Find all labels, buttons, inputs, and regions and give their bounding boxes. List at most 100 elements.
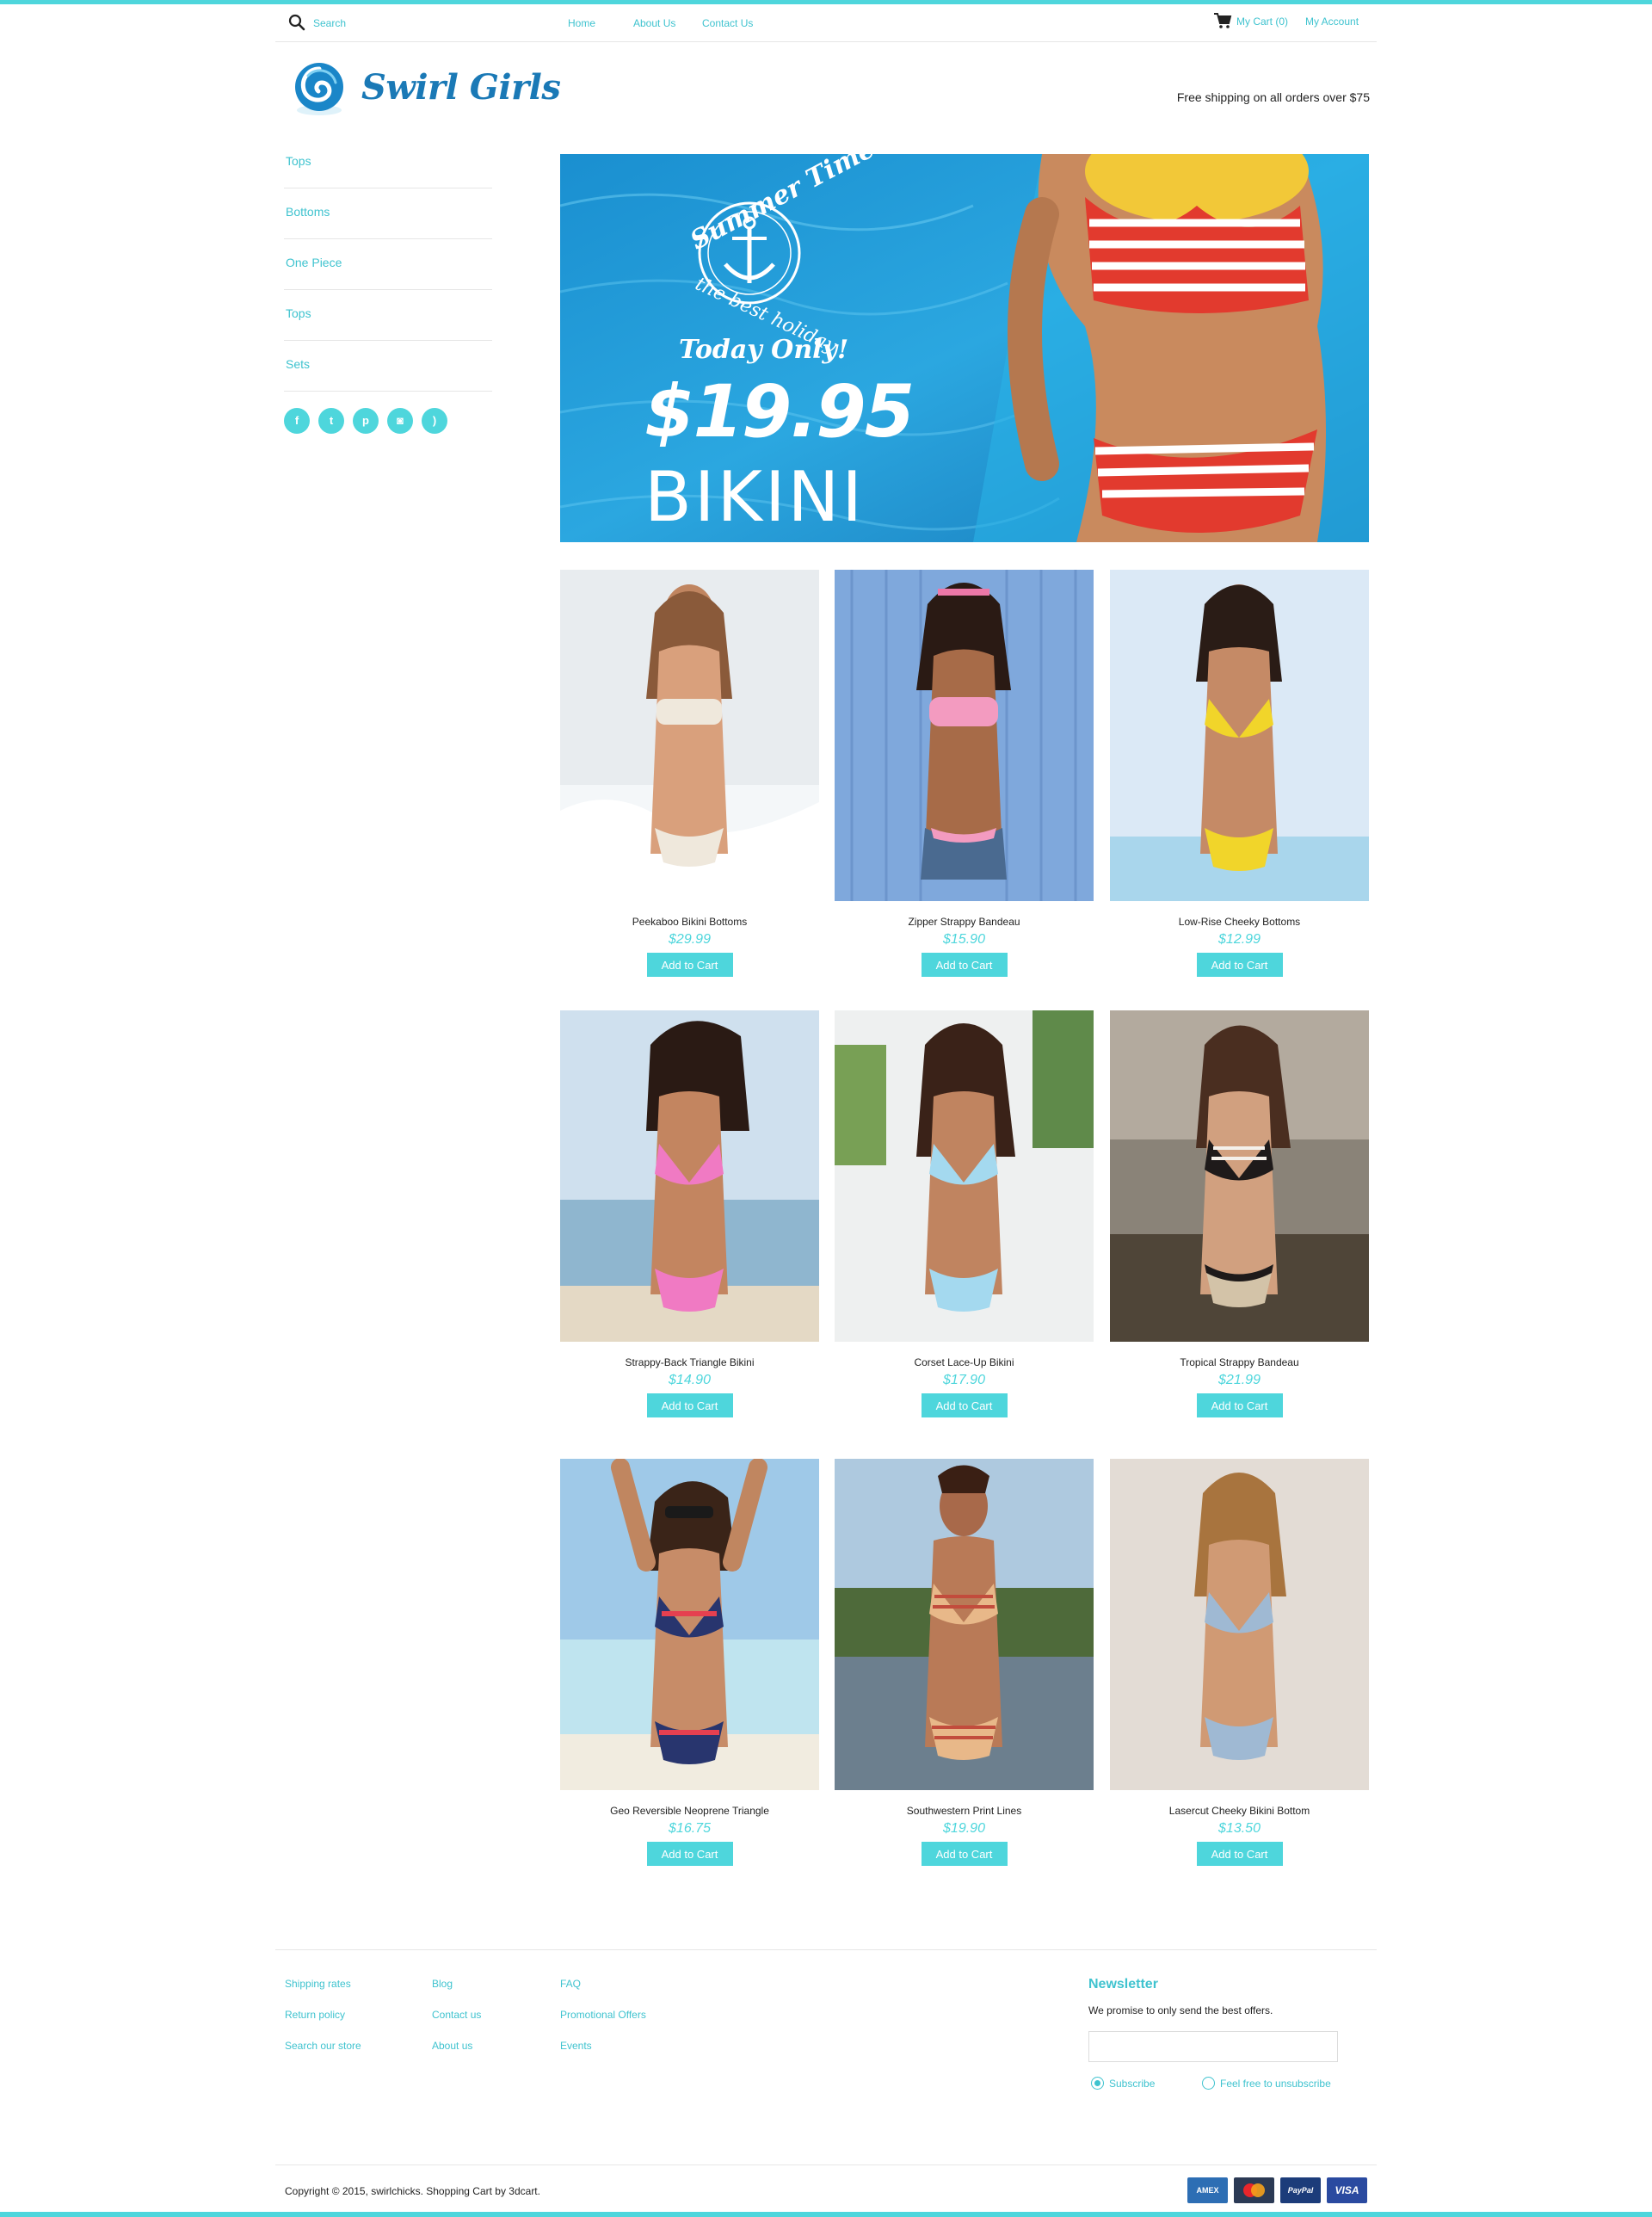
banner-promo: Today Only! [679,335,849,365]
product-price: $12.99 [1218,932,1261,947]
radio-selected-icon [1091,2077,1104,2090]
footer-link-search-store[interactable]: Search our store [285,2040,361,2071]
rss-icon[interactable]: ) [422,408,447,434]
twitter-icon[interactable]: t [318,408,344,434]
search-input[interactable] [313,15,485,32]
product-image[interactable] [560,1010,819,1342]
nav-about-link[interactable]: About Us [633,17,675,29]
add-to-cart-button[interactable]: Add to Cart [921,953,1008,977]
product-card: Zipper Strappy Bandeau $15.90 Add to Car… [835,570,1094,977]
subscribe-label: Subscribe [1109,2078,1156,2090]
nav-contact-link[interactable]: Contact Us [702,17,753,29]
footer-links-col-1: Shipping rates Return policy Search our … [285,1978,361,2071]
copyright-text: Copyright © 2015, swirlchicks. Shopping … [285,2185,540,2197]
add-to-cart-button[interactable]: Add to Cart [646,1393,733,1417]
facebook-icon[interactable]: f [284,408,310,434]
product-image[interactable] [1110,1010,1369,1342]
category-sidebar: Tops Bottoms One Piece Tops Sets [284,138,492,392]
sidebar-item-one-piece[interactable]: One Piece [284,239,492,290]
amex-icon: AMEX [1187,2177,1228,2203]
product-card: Tropical Strappy Bandeau $21.99 Add to C… [1110,1010,1369,1417]
footer-links-col-2: Blog Contact us About us [432,1978,481,2071]
footer-link-events[interactable]: Events [560,2040,646,2071]
nav-home-link[interactable]: Home [568,17,595,29]
mastercard-icon [1234,2177,1274,2203]
product-name[interactable]: Geo Reversible Neoprene Triangle [560,1805,819,1817]
product-card: Geo Reversible Neoprene Triangle $16.75 … [560,1459,819,1866]
newsletter-email-input[interactable] [1088,2031,1338,2062]
banner-price: $19.95 [644,369,915,454]
footer-link-faq[interactable]: FAQ [560,1978,646,2009]
banner-headline: Summer Time [685,154,880,256]
instagram-icon[interactable]: ◙ [387,408,413,434]
product-image[interactable] [835,570,1094,901]
newsletter-text: We promise to only send the best offers. [1088,2004,1273,2016]
unsubscribe-radio[interactable]: Feel free to unsubscribe [1202,2077,1331,2090]
add-to-cart-button[interactable]: Add to Cart [921,1393,1008,1417]
page-container: Home About Us Contact Us My Cart (0) My … [275,0,1377,2217]
subscribe-radio[interactable]: Subscribe [1091,2077,1155,2090]
visa-icon: VISA [1327,2177,1367,2203]
footer-link-blog[interactable]: Blog [432,1978,481,2009]
footer-link-return-policy[interactable]: Return policy [285,2009,361,2040]
shipping-note: Free shipping on all orders over $75 [1176,90,1370,104]
footer-link-promotional-offers[interactable]: Promotional Offers [560,2009,646,2040]
product-card: Low-Rise Cheeky Bottoms $12.99 Add to Ca… [1110,570,1369,977]
my-cart-link[interactable]: My Cart (0) [1236,15,1288,28]
product-image[interactable] [1110,570,1369,901]
product-name[interactable]: Tropical Strappy Bandeau [1110,1356,1369,1368]
product-image[interactable] [1110,1459,1369,1790]
product-image[interactable] [835,1459,1094,1790]
product-card: Strappy-Back Triangle Bikini $14.90 Add … [560,1010,819,1417]
product-price: $16.75 [669,1821,711,1836]
add-to-cart-button[interactable]: Add to Cart [921,1842,1008,1866]
sidebar-item-tops-2[interactable]: Tops [284,290,492,341]
product-price: $29.99 [669,932,711,947]
cart-icon[interactable] [1213,12,1232,29]
footer-link-about-us[interactable]: About us [432,2040,481,2071]
swirl-logo-icon [295,63,343,115]
product-price: $21.99 [1218,1373,1261,1387]
product-price: $15.90 [943,932,985,947]
product-image[interactable] [560,570,819,901]
product-card: Southwestern Print Lines $19.90 Add to C… [835,1459,1094,1866]
pinterest-icon[interactable]: p [353,408,379,434]
product-name[interactable]: Low-Rise Cheeky Bottoms [1110,916,1369,928]
product-price: $14.90 [669,1373,711,1387]
top-bar: Home About Us Contact Us My Cart (0) My … [275,4,1377,42]
my-account-link[interactable]: My Account [1305,15,1359,28]
product-name[interactable]: Corset Lace-Up Bikini [835,1356,1094,1368]
sidebar-item-bottoms[interactable]: Bottoms [284,188,492,239]
product-name[interactable]: Southwestern Print Lines [835,1805,1094,1817]
radio-unselected-icon [1202,2077,1215,2090]
add-to-cart-button[interactable]: Add to Cart [646,1842,733,1866]
sidebar-item-tops[interactable]: Tops [284,138,492,188]
product-price: $19.90 [943,1821,985,1836]
sidebar-item-sets[interactable]: Sets [284,341,492,392]
product-price: $17.90 [943,1373,985,1387]
add-to-cart-button[interactable]: Add to Cart [1196,1842,1283,1866]
promo-banner[interactable]: Summer Time the best holiday Today Only!… [560,154,1369,542]
product-image[interactable] [560,1459,819,1790]
add-to-cart-button[interactable]: Add to Cart [646,953,733,977]
product-name[interactable]: Strappy-Back Triangle Bikini [560,1356,819,1368]
footer-link-contact-us[interactable]: Contact us [432,2009,481,2040]
brand-logo[interactable]: Swirl Girls [289,59,561,119]
product-card: Corset Lace-Up Bikini $17.90 Add to Cart [835,1010,1094,1417]
footer-link-shipping-rates[interactable]: Shipping rates [285,1978,361,2009]
product-name[interactable]: Lasercut Cheeky Bikini Bottom [1110,1805,1369,1817]
product-name[interactable]: Peekaboo Bikini Bottoms [560,916,819,928]
search-icon[interactable] [287,13,306,32]
add-to-cart-button[interactable]: Add to Cart [1196,953,1283,977]
bottom-accent-bar [0,2212,1652,2217]
product-image[interactable] [835,1010,1094,1342]
product-name[interactable]: Zipper Strappy Bandeau [835,916,1094,928]
paypal-icon: PayPal [1280,2177,1321,2203]
footer-divider [275,1949,1377,1950]
brand-name: Swirl Girls [361,67,561,108]
unsubscribe-label: Feel free to unsubscribe [1220,2078,1331,2090]
banner-text: Summer Time the best holiday Today Only!… [560,154,1369,542]
add-to-cart-button[interactable]: Add to Cart [1196,1393,1283,1417]
newsletter-title: Newsletter [1088,1977,1158,1992]
banner-item: BIKINI [644,457,865,537]
